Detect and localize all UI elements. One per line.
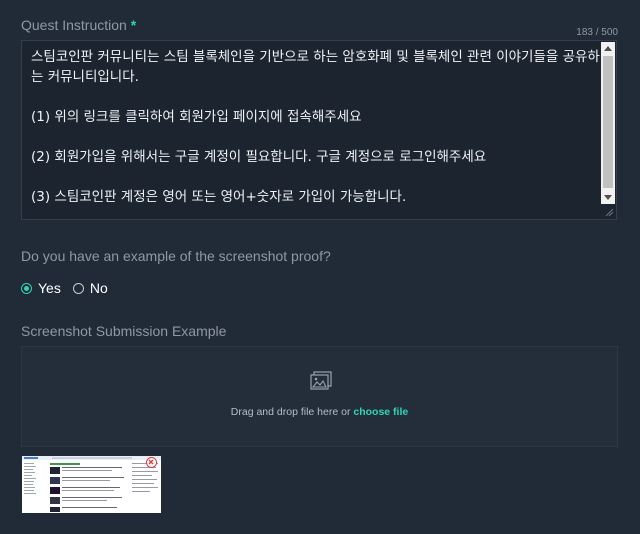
proof-radio-group: Yes No	[21, 280, 120, 296]
required-mark: *	[130, 17, 137, 33]
scrollbar-thumb[interactable]	[603, 56, 613, 188]
scroll-down-arrow-icon[interactable]	[604, 195, 612, 200]
radio-yes-circle[interactable]	[21, 282, 32, 294]
quest-form: Quest Instruction * 183 / 500 스팀코인판 커뮤니티…	[0, 0, 640, 534]
radio-no[interactable]: No	[72, 280, 108, 296]
remove-icon[interactable]	[146, 457, 157, 468]
drop-instruction: Drag and drop file here or choose file	[22, 406, 617, 418]
character-counter: 183 / 500	[576, 27, 618, 38]
resize-handle-icon[interactable]	[604, 207, 614, 217]
file-dropzone[interactable]: Drag and drop file here or choose file	[21, 346, 618, 447]
scroll-up-arrow-icon[interactable]	[604, 46, 612, 51]
drop-instruction-text: Drag and drop file here or	[230, 406, 354, 418]
radio-no-label[interactable]: No	[90, 280, 108, 296]
quest-instruction-label-text: Quest Instruction	[21, 17, 127, 33]
quest-instruction-label: Quest Instruction *	[21, 17, 136, 33]
textarea-scrollbar[interactable]	[601, 42, 615, 204]
choose-file-link[interactable]: choose file	[353, 406, 408, 418]
uploaded-screenshot-thumbnail	[22, 456, 161, 513]
screenshot-proof-question: Do you have an example of the screenshot…	[21, 248, 331, 264]
image-icon	[310, 371, 332, 390]
radio-yes-label[interactable]: Yes	[38, 280, 61, 296]
quest-instruction-text[interactable]: 스팀코인판 커뮤니티는 스팀 블록체인을 기반으로 하는 암호화폐 및 블록체인…	[31, 47, 601, 207]
screenshot-preview-image	[22, 456, 161, 513]
radio-yes[interactable]: Yes	[21, 280, 61, 296]
quest-instruction-textarea[interactable]: 스팀코인판 커뮤니티는 스팀 블록체인을 기반으로 하는 암호화폐 및 블록체인…	[21, 40, 617, 220]
radio-no-circle[interactable]	[72, 282, 84, 294]
screenshot-example-label: Screenshot Submission Example	[21, 323, 227, 339]
